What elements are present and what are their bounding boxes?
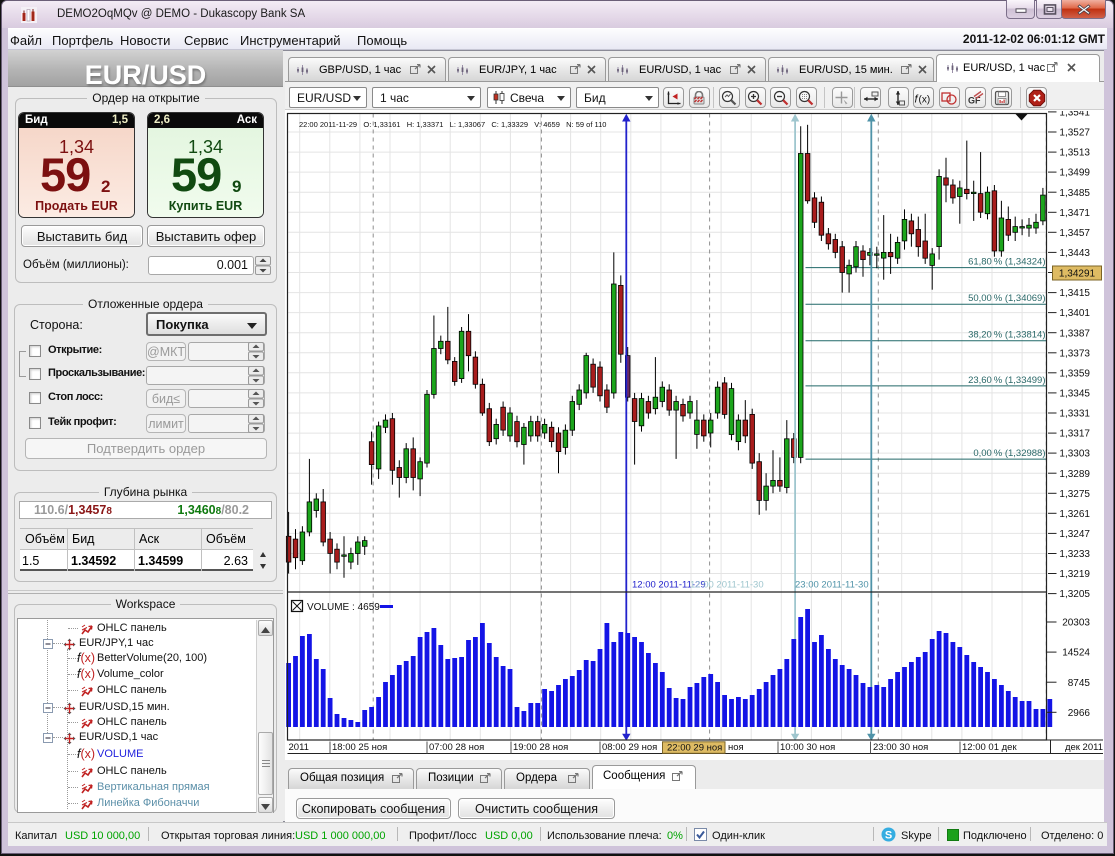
svg-text:8745: 8745 <box>1068 678 1091 689</box>
svg-text:2011: 2011 <box>289 742 309 753</box>
svg-text:1,3527: 1,3527 <box>1059 128 1090 139</box>
svg-text:23:00 30 ноя: 23:00 30 ноя <box>873 742 928 753</box>
svg-text:1,3401: 1,3401 <box>1059 308 1090 319</box>
svg-text:1,3485: 1,3485 <box>1059 188 1090 199</box>
svg-text:61,80 % (1,34324): 61,80 % (1,34324) <box>968 257 1045 268</box>
svg-text:12:00 01 дек: 12:00 01 дек <box>962 742 1017 753</box>
svg-text:1,3317: 1,3317 <box>1059 429 1090 440</box>
svg-text:07:00 28 ноя: 07:00 28 ноя <box>429 742 484 753</box>
svg-text:1,3219: 1,3219 <box>1059 569 1090 580</box>
svg-text:23,60 % (1,33499): 23,60 % (1,33499) <box>968 375 1045 386</box>
svg-text:14524: 14524 <box>1062 648 1090 659</box>
svg-text:1,3541: 1,3541 <box>1059 108 1090 119</box>
svg-text:1,3233: 1,3233 <box>1059 549 1090 560</box>
svg-text:1,3303: 1,3303 <box>1059 449 1090 460</box>
svg-text:22:00 29 ноя: 22:00 29 ноя <box>667 742 722 753</box>
svg-text:38,20 % (1,33814): 38,20 % (1,33814) <box>968 330 1045 341</box>
svg-text:22:00 2011-11-29 O: 1,33161: 22:00 2011-11-29 O: 1,33161 H: 1,33371 L… <box>299 120 606 129</box>
svg-text:18:00 25 ноя: 18:00 25 ноя <box>332 742 387 753</box>
svg-text:0,00 % (1,32988): 0,00 % (1,32988) <box>973 448 1045 459</box>
svg-text:1,3443: 1,3443 <box>1059 248 1090 259</box>
svg-text:1,3471: 1,3471 <box>1059 208 1090 219</box>
svg-text:1,3457: 1,3457 <box>1059 228 1090 239</box>
svg-text:ноя: ноя <box>728 742 744 753</box>
svg-text:2966: 2966 <box>1068 708 1091 719</box>
svg-text:1,3359: 1,3359 <box>1059 368 1090 379</box>
svg-text:1,3373: 1,3373 <box>1059 348 1090 359</box>
svg-text:10:00 30 ноя: 10:00 30 ноя <box>780 742 835 753</box>
svg-text:S: S <box>885 830 892 842</box>
svg-text:1,3289: 1,3289 <box>1059 469 1090 480</box>
svg-text:1,3275: 1,3275 <box>1059 489 1090 500</box>
svg-text:1,3513: 1,3513 <box>1059 148 1090 159</box>
svg-text:19:00 28 ноя: 19:00 28 ноя <box>513 742 568 753</box>
svg-text:50,00 % (1,34069): 50,00 % (1,34069) <box>968 293 1045 304</box>
svg-text:VOLUME : 4659: VOLUME : 4659 <box>307 602 380 613</box>
svg-text:08:00 29 ноя: 08:00 29 ноя <box>602 742 657 753</box>
svg-text:23:00 2011-11-30: 23:00 2011-11-30 <box>795 580 869 591</box>
svg-text:1,3247: 1,3247 <box>1059 529 1090 540</box>
svg-text:1,3499: 1,3499 <box>1059 168 1090 179</box>
svg-text:20303: 20303 <box>1062 618 1090 629</box>
svg-text:1,3387: 1,3387 <box>1059 328 1090 339</box>
svg-text:1,3345: 1,3345 <box>1059 389 1090 400</box>
svg-text:1,34291: 1,34291 <box>1059 269 1096 280</box>
svg-text:1,3331: 1,3331 <box>1059 409 1090 420</box>
svg-text:1,3261: 1,3261 <box>1059 509 1090 520</box>
svg-text:дек 2011: дек 2011 <box>1065 742 1103 753</box>
svg-text:1,3205: 1,3205 <box>1059 589 1090 600</box>
svg-text:12:00 2011-11-30: 12:00 2011-11-30 <box>690 580 764 591</box>
svg-text:1,3415: 1,3415 <box>1059 288 1090 299</box>
